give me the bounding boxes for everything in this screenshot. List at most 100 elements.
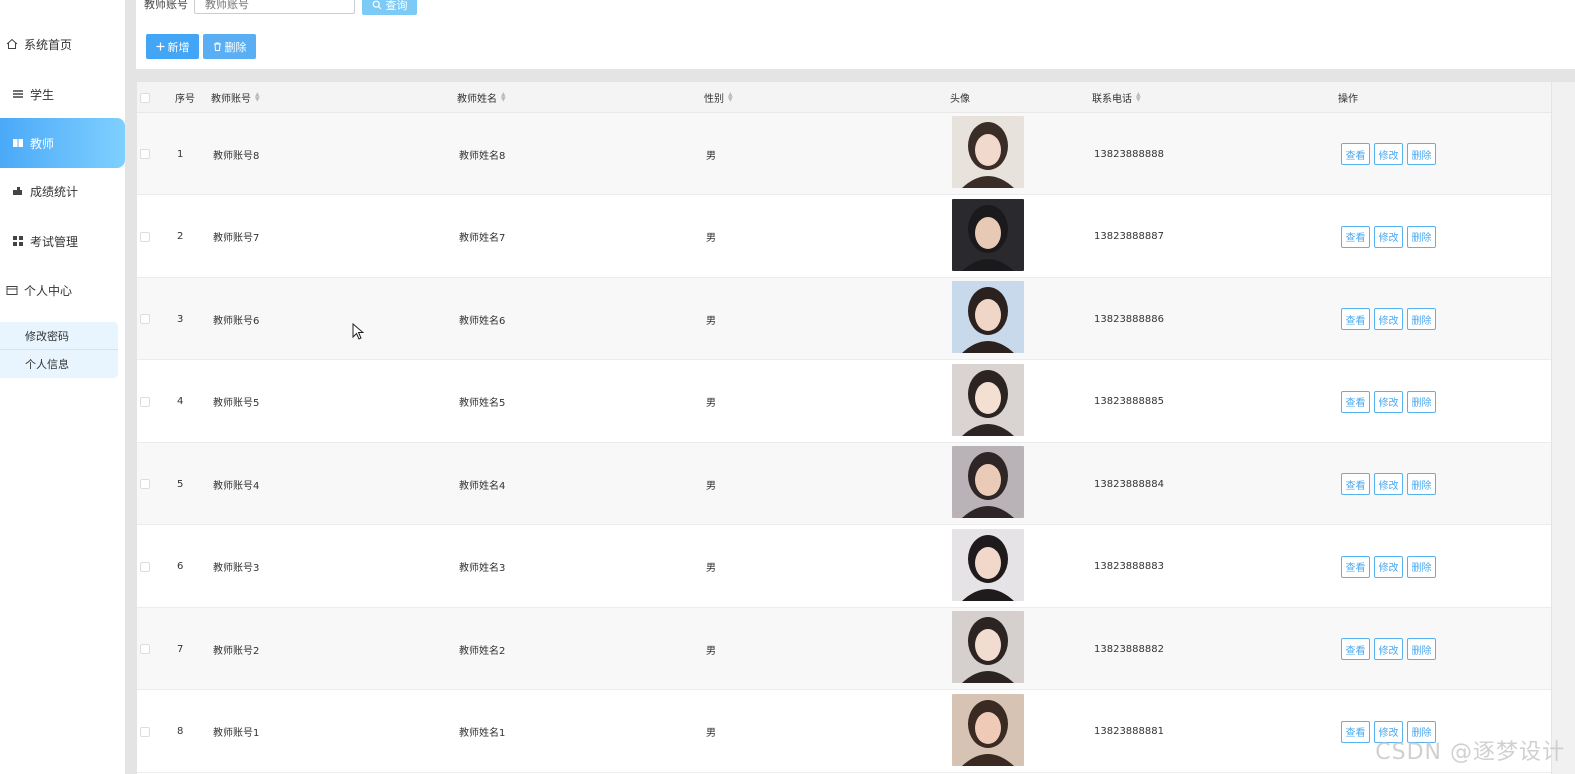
header-gender[interactable]: 性别 ▲ ▼ — [704, 82, 733, 113]
view-button[interactable]: 查看 — [1341, 390, 1370, 413]
row-index: 4 — [177, 396, 184, 407]
delete-button[interactable]: 删除 — [1407, 473, 1436, 495]
scrollbar[interactable] — [1552, 82, 1575, 774]
row-checkbox[interactable] — [140, 231, 150, 242]
row-checkbox[interactable] — [140, 561, 150, 572]
row-gender: 男 — [706, 315, 716, 327]
avatar — [952, 116, 1024, 188]
view-button[interactable]: 查看 — [1341, 638, 1370, 660]
row-gender: 男 — [706, 233, 716, 244]
header-label: 头像 — [950, 94, 970, 105]
table-row: 3 教师账号6 教师姓名6 男 13823888886 查看 修改 删除 — [137, 278, 1551, 360]
row-actions: 查看 修改 删除 — [1341, 113, 1436, 195]
sort-icon[interactable]: ▲ ▼ — [1136, 91, 1141, 103]
edit-button[interactable]: 修改 — [1374, 143, 1403, 165]
table-row: 8 教师账号1 教师姓名1 男 13823888881 查看 修改 删除 — [137, 690, 1551, 773]
row-index: 3 — [177, 313, 184, 325]
row-actions: 查看 修改 删除 — [1341, 443, 1436, 525]
delete-button[interactable]: 删除 — [1407, 555, 1436, 578]
account-search-input[interactable] — [194, 0, 355, 14]
table-row: 1 教师账号8 教师姓名8 男 13823888888 查看 修改 删除 — [137, 113, 1551, 195]
delete-button[interactable]: 删除 — [1407, 308, 1436, 330]
header-name[interactable]: 教师姓名 ▲ ▼ — [457, 82, 506, 113]
view-button[interactable]: 查看 — [1341, 308, 1370, 330]
row-gender: 男 — [706, 150, 716, 162]
sort-icon[interactable]: ▲ ▼ — [728, 91, 733, 103]
sidebar-item-label: 个人中心 — [24, 283, 73, 298]
edit-button[interactable]: 修改 — [1374, 555, 1403, 578]
edit-button[interactable]: 修改 — [1374, 225, 1403, 248]
header-actions: 操作 — [1338, 82, 1358, 113]
row-phone: 13823888888 — [1094, 148, 1164, 160]
sidebar-item-teacher[interactable]: 教师 — [0, 118, 125, 168]
header-account[interactable]: 教师账号 ▲ ▼ — [211, 82, 260, 113]
row-actions: 查看 修改 删除 — [1341, 278, 1436, 360]
header-label: 操作 — [1338, 94, 1358, 105]
submenu-item-personal-info[interactable]: 个人信息 — [0, 350, 118, 378]
view-button[interactable]: 查看 — [1341, 225, 1370, 248]
row-account: 教师账号4 — [213, 480, 260, 492]
row-select-cell — [140, 443, 150, 525]
view-button[interactable]: 查看 — [1341, 555, 1370, 578]
view-button[interactable]: 查看 — [1341, 473, 1370, 495]
row-checkbox[interactable] — [140, 149, 150, 159]
row-phone: 13823888885 — [1094, 396, 1164, 407]
sidebar-item-personal-center[interactable]: 个人中心 — [0, 270, 125, 310]
sidebar-item-student[interactable]: 学生 — [0, 74, 125, 114]
delete-button[interactable]: 删除 — [1407, 638, 1436, 660]
add-button[interactable]: 新增 — [146, 34, 199, 59]
view-button[interactable]: 查看 — [1341, 143, 1370, 165]
sidebar-item-exams[interactable]: 考试管理 — [0, 221, 125, 261]
sidebar-item-label: 考试管理 — [30, 234, 79, 249]
select-all-checkbox[interactable] — [140, 92, 150, 103]
sidebar-item-label: 学生 — [30, 87, 55, 102]
sort-icon[interactable]: ▲ ▼ — [255, 91, 260, 103]
row-gender: 男 — [706, 480, 716, 492]
row-account: 教师账号5 — [213, 398, 260, 409]
teacher-table: 序号 教师账号 ▲ ▼ 教师姓名 ▲ ▼ 性别 ▲ ▼ 头像 联系电话 ▲ ▼ 操作 1 教师账… — [137, 82, 1551, 774]
avatar — [952, 611, 1024, 683]
sidebar-item-home[interactable]: 系统首页 — [0, 24, 125, 64]
table-row: 7 教师账号2 教师姓名2 男 13823888882 查看 修改 删除 — [137, 608, 1551, 690]
select-all-cell — [140, 82, 150, 113]
row-phone: 13823888881 — [1094, 726, 1164, 737]
row-checkbox[interactable] — [140, 726, 150, 737]
edit-button[interactable]: 修改 — [1374, 308, 1403, 330]
row-checkbox[interactable] — [140, 396, 150, 407]
query-button[interactable]: 查询 — [362, 0, 417, 15]
personal-center-submenu: 修改密码 个人信息 — [0, 322, 118, 378]
delete-button[interactable]: 删除 — [1407, 390, 1436, 413]
row-gender: 男 — [706, 645, 716, 657]
row-checkbox[interactable] — [140, 479, 150, 489]
app-root: 系统首页 学生 教师 成绩统计 考试管理 个人中心 修改密码 个人信息 教师账号… — [0, 0, 1575, 774]
sort-icon[interactable]: ▲ ▼ — [501, 91, 506, 103]
table-row: 6 教师账号3 教师姓名3 男 13823888883 查看 修改 删除 — [137, 525, 1551, 608]
row-name: 教师姓名6 — [459, 315, 506, 327]
delete-button[interactable]: 删除 — [1407, 225, 1436, 248]
row-actions: 查看 修改 删除 — [1341, 196, 1436, 278]
view-button[interactable]: 查看 — [1341, 720, 1370, 743]
row-account: 教师账号7 — [213, 233, 260, 244]
edit-button[interactable]: 修改 — [1374, 390, 1403, 413]
row-name: 教师姓名5 — [459, 398, 506, 409]
row-actions: 查看 修改 删除 — [1341, 608, 1436, 690]
delete-button[interactable]: 删除 — [1407, 143, 1436, 165]
row-actions: 查看 修改 删除 — [1341, 361, 1436, 443]
row-checkbox[interactable] — [140, 644, 150, 654]
row-account: 教师账号8 — [213, 150, 260, 162]
header-avatar: 头像 — [950, 82, 970, 113]
header-phone[interactable]: 联系电话 ▲ ▼ — [1092, 82, 1141, 113]
edit-button[interactable]: 修改 — [1374, 473, 1403, 495]
row-select-cell — [140, 361, 150, 443]
sidebar-item-grades[interactable]: 成绩统计 — [0, 171, 125, 211]
row-select-cell — [140, 608, 150, 690]
row-account: 教师账号6 — [213, 315, 260, 327]
submenu-item-change-password[interactable]: 修改密码 — [0, 322, 118, 350]
avatar — [952, 198, 1024, 271]
book-icon — [12, 137, 24, 149]
row-account: 教师账号1 — [213, 728, 260, 739]
edit-button[interactable]: 修改 — [1374, 638, 1403, 660]
row-checkbox[interactable] — [140, 314, 150, 324]
batch-delete-button[interactable]: 删除 — [203, 34, 256, 59]
grid-icon — [12, 235, 24, 247]
